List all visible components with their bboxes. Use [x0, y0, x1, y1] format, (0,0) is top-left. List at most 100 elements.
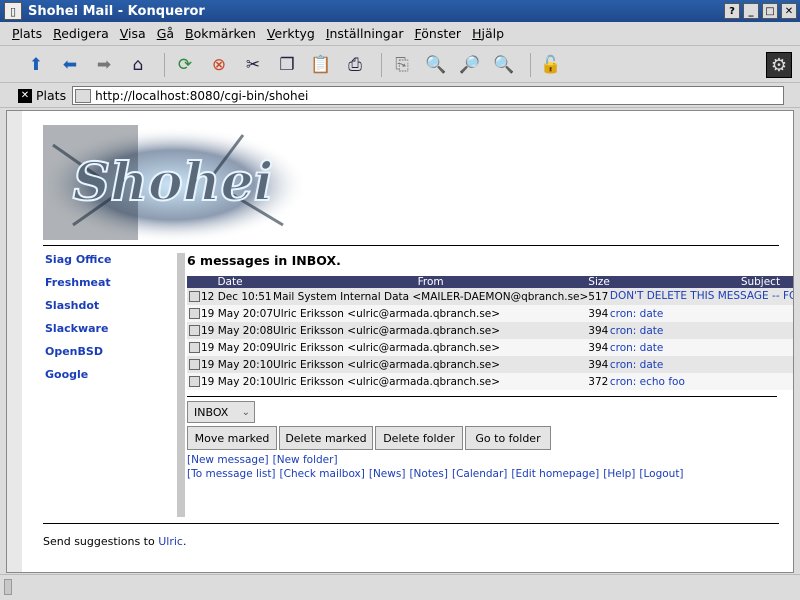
go-to-folder-button[interactable]: Go to folder: [465, 426, 551, 450]
location-bar: ✕ Plats: [0, 84, 800, 108]
link-new-folder[interactable]: [New folder]: [273, 454, 338, 466]
back-arrow-icon[interactable]: ⬅: [56, 51, 84, 79]
message-size: 394: [588, 339, 610, 356]
zoom-out-icon[interactable]: 🔎: [456, 51, 484, 79]
message-from: Ulric Eriksson <ulric@armada.qbranch.se>: [273, 322, 589, 339]
message-checkbox[interactable]: [189, 325, 200, 336]
menu-fonster[interactable]: Fönster: [415, 26, 462, 41]
location-label: Plats: [36, 88, 67, 103]
message-size: 394: [588, 305, 610, 322]
sidebar-link-slashdot[interactable]: Slashdot: [45, 299, 165, 312]
divider-bottom: [43, 523, 779, 524]
delete-marked-button[interactable]: Delete marked: [279, 426, 373, 450]
sidebar-link-siag-office[interactable]: Siag Office: [45, 253, 165, 266]
message-row[interactable]: 19 May 20:08 Ulric Eriksson <ulric@armad…: [187, 322, 793, 339]
sidebar-link-openbsd[interactable]: OpenBSD: [45, 345, 165, 358]
link-logout[interactable]: [Logout]: [639, 468, 683, 480]
close-window-button[interactable]: ✕: [781, 3, 797, 19]
menu-visa[interactable]: Visa: [120, 26, 146, 41]
menu-ga[interactable]: Gå: [157, 26, 174, 41]
message-date: 12 Dec 10:51: [201, 290, 272, 303]
link-to-message-list[interactable]: [To message list]: [187, 468, 276, 480]
menu-bar: Plats Redigera Visa Gå Bokmärken Verktyg…: [0, 22, 800, 46]
help-window-button[interactable]: ?: [724, 3, 740, 19]
message-size: 394: [588, 322, 610, 339]
message-checkbox[interactable]: [189, 291, 200, 302]
sidebar-link-google[interactable]: Google: [45, 368, 165, 381]
print-icon[interactable]: ⎙: [341, 51, 369, 79]
menu-bokmarken[interactable]: Bokmärken: [185, 26, 256, 41]
message-subject-link[interactable]: DON'T DELETE THIS MESSAGE -- FOLDER INTE…: [609, 288, 793, 305]
home-icon[interactable]: ⌂: [124, 51, 152, 79]
message-date: 19 May 20:10: [201, 358, 274, 371]
stop-icon[interactable]: ⊗: [205, 51, 233, 79]
message-subject-link[interactable]: cron: date: [609, 356, 793, 373]
zoom-icon[interactable]: 🔍: [490, 51, 518, 79]
column-header-date[interactable]: Date: [187, 276, 274, 288]
message-subject-link[interactable]: cron: date: [609, 322, 793, 339]
sidebar-link-slackware[interactable]: Slackware: [45, 322, 165, 335]
clear-location-icon[interactable]: ✕: [18, 88, 32, 103]
menu-plats[interactable]: Plats: [12, 26, 42, 41]
message-row[interactable]: 19 May 20:10 Ulric Eriksson <ulric@armad…: [187, 356, 793, 373]
print-preview-icon[interactable]: ⎘: [388, 51, 416, 79]
maximize-window-button[interactable]: □: [762, 3, 778, 19]
link-calendar[interactable]: [Calendar]: [452, 468, 507, 480]
folder-select[interactable]: INBOX ⌄: [187, 401, 255, 423]
zoom-in-icon[interactable]: 🔍: [422, 51, 450, 79]
column-header-size[interactable]: Size: [588, 276, 610, 288]
message-size: 394: [588, 356, 610, 373]
link-help[interactable]: [Help]: [603, 468, 635, 480]
message-checkbox[interactable]: [189, 359, 200, 370]
link-edit-homepage[interactable]: [Edit homepage]: [511, 468, 599, 480]
title-bar: ▯ Shohei Mail - Konqueror ? _ □ ✕: [0, 0, 800, 22]
reload-icon[interactable]: ⟳: [171, 51, 199, 79]
menu-installningar[interactable]: Inställningar: [326, 26, 404, 41]
footer-link-ulric[interactable]: Ulric: [158, 535, 183, 548]
lock-icon[interactable]: 🔓: [537, 51, 565, 79]
toolbar-separator: [530, 52, 531, 77]
menu-verktyg[interactable]: Verktyg: [267, 26, 315, 41]
message-subject-link[interactable]: cron: date: [609, 339, 793, 356]
inbox-heading: 6 messages in INBOX.: [187, 253, 341, 268]
message-row[interactable]: 19 May 20:10 Ulric Eriksson <ulric@armad…: [187, 373, 793, 390]
sidebar-separator-bar: [177, 253, 185, 517]
toolbar-separator: [381, 52, 382, 77]
column-header-subject[interactable]: Subject: [609, 276, 793, 288]
toolbar: ⬆ ⬅ ➡ ⌂ ⟳ ⊗ ✂ ❐ 📋 ⎙ ⎘ 🔍 🔎 🔍 🔓 ⚙: [0, 47, 800, 83]
message-checkbox[interactable]: [189, 376, 200, 387]
link-notes[interactable]: [Notes]: [409, 468, 448, 480]
message-size: 517: [588, 288, 610, 305]
message-checkbox[interactable]: [189, 308, 200, 319]
cut-icon[interactable]: ✂: [239, 51, 267, 79]
message-subject-link[interactable]: cron: echo foo: [609, 373, 793, 390]
message-checkbox[interactable]: [189, 342, 200, 353]
column-header-from[interactable]: From: [273, 276, 589, 288]
url-field[interactable]: [72, 86, 784, 105]
menu-hjalp[interactable]: Hjälp: [472, 26, 504, 41]
delete-folder-button[interactable]: Delete folder: [375, 426, 463, 450]
message-date: 19 May 20:07: [201, 307, 274, 320]
footer-suffix: .: [182, 535, 187, 548]
menu-redigera[interactable]: Redigera: [53, 26, 109, 41]
konqueror-app-icon[interactable]: ▯: [4, 2, 22, 20]
message-row[interactable]: 19 May 20:07 Ulric Eriksson <ulric@armad…: [187, 305, 793, 322]
copy-icon[interactable]: ❐: [273, 51, 301, 79]
move-marked-button[interactable]: Move marked: [187, 426, 277, 450]
link-news[interactable]: [News]: [369, 468, 406, 480]
divider-top: [43, 245, 779, 246]
url-input[interactable]: [95, 88, 783, 103]
status-bar-grip[interactable]: [4, 579, 12, 595]
link-check-mailbox[interactable]: [Check mailbox]: [280, 468, 365, 480]
window-title: Shohei Mail - Konqueror: [28, 3, 205, 19]
paste-icon[interactable]: 📋: [307, 51, 335, 79]
forward-arrow-icon[interactable]: ➡: [90, 51, 118, 79]
gear-icon[interactable]: ⚙: [766, 52, 792, 78]
message-row[interactable]: 19 May 20:09 Ulric Eriksson <ulric@armad…: [187, 339, 793, 356]
message-subject-link[interactable]: cron: date: [609, 305, 793, 322]
sidebar-link-freshmeat[interactable]: Freshmeat: [45, 276, 165, 289]
up-arrow-icon[interactable]: ⬆: [22, 51, 50, 79]
link-new-message[interactable]: [New message]: [187, 454, 269, 466]
minimize-window-button[interactable]: _: [743, 3, 759, 19]
message-row[interactable]: 12 Dec 10:51 Mail System Internal Data <…: [187, 288, 793, 305]
